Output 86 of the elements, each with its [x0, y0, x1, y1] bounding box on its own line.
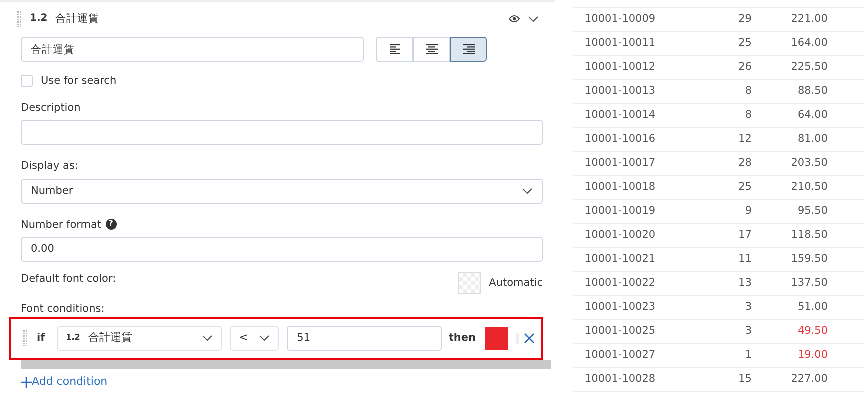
chevron-down-icon: [259, 334, 270, 342]
table-cell-text: 118.50: [790, 228, 828, 243]
table-cell-text: 10001-10018: [584, 180, 657, 195]
table-cell-text: 8: [744, 84, 752, 99]
table-cell-text: 10001-10019: [584, 204, 657, 219]
color-swatch[interactable]: [458, 272, 482, 294]
description-input[interactable]: [21, 120, 543, 146]
table-cell-text: 10001-10013: [584, 84, 657, 99]
table-cell-text: 137.50: [790, 276, 828, 291]
field-label: Font conditions:: [21, 302, 106, 316]
table-cell-text: 64.00: [796, 108, 828, 123]
table-cell-text: 29: [738, 12, 752, 27]
table-cell-text: 10001-10011: [584, 36, 657, 51]
table-cell-text: 227.00: [790, 372, 828, 387]
checkbox-label: Use for search: [41, 74, 117, 88]
table-cell-text: 10001-10025: [584, 324, 657, 339]
display-as-select[interactable]: Number: [21, 178, 543, 204]
table-cell-text: 11: [738, 252, 752, 267]
table-cell-text: 10001-10022: [584, 276, 657, 291]
align-left-icon: [388, 44, 402, 55]
table-cell-text: 10001-10023: [584, 300, 657, 315]
condition-keyword: if: [37, 331, 46, 346]
table-cell-text: 203.50: [790, 156, 828, 171]
table-cell-text: 225.50: [790, 60, 828, 75]
condition-value-input[interactable]: 51: [287, 326, 442, 351]
field-select[interactable]: 1.2 合計運賃: [57, 326, 222, 351]
add-condition-link[interactable]: Add condition: [21, 374, 108, 390]
table-cell-text: 8: [744, 108, 752, 123]
table-cell-text: 49.50: [796, 324, 828, 339]
field-label: Description: [21, 101, 82, 116]
table-cell-text: 13: [738, 276, 752, 291]
table-cell-text: 10001-10014: [584, 108, 657, 123]
table-cell-text: 19.00: [796, 348, 828, 363]
table-cell-text: 3: [744, 300, 752, 315]
help-icon[interactable]: ?: [106, 219, 117, 230]
field-label: Display as:: [21, 159, 80, 174]
table-cell-text: 10001-10027: [584, 348, 657, 363]
align-center-button[interactable]: [413, 37, 450, 62]
table-cell-text: 3: [744, 324, 752, 339]
table-cell-text: 28: [738, 156, 752, 171]
number-format-input[interactable]: 0.00: [21, 236, 543, 262]
chevron-icon[interactable]: [528, 16, 539, 22]
table-cell-text: 1: [744, 348, 752, 363]
table-cell-text: 10001-10017: [584, 156, 657, 171]
operator-select[interactable]: <: [230, 326, 280, 351]
table-cell-text: 10001-10012: [584, 60, 657, 75]
title-input[interactable]: 合計運賃: [21, 37, 364, 62]
color-value: Automatic: [489, 276, 543, 290]
table-cell-text: 81.00: [796, 132, 828, 147]
align-right-icon: [462, 44, 476, 55]
table-cell-text: 10001-10009: [584, 12, 657, 27]
table-cell-text: 15: [738, 372, 752, 387]
align-right-button[interactable]: [450, 37, 487, 62]
checkbox[interactable]: [21, 75, 33, 88]
field-label: Default font color:: [21, 272, 118, 286]
chevron-down-icon: [202, 334, 214, 342]
table-cell-text: 221.00: [790, 12, 828, 27]
field-title: 合計運賃: [56, 12, 100, 26]
plus-icon: [21, 376, 32, 388]
table-cell-text: 210.50: [790, 180, 828, 195]
table-cell-text: 159.50: [790, 252, 828, 267]
table-cell-text: 88.50: [796, 84, 828, 99]
table-cell-text: 10001-10020: [584, 228, 657, 243]
table-cell-text: 51.00: [796, 300, 828, 315]
color-swatch[interactable]: [485, 326, 508, 350]
table-cell-text: 10001-10021: [584, 252, 657, 267]
table-cell-text: 17: [738, 228, 752, 243]
align-center-icon: [424, 44, 438, 55]
table-cell-text: 12: [738, 132, 752, 147]
table-cell-text: 10001-10016: [584, 132, 657, 147]
table-cell-text: 25: [738, 180, 752, 195]
condition-keyword: then: [448, 331, 476, 346]
align-left-button[interactable]: [376, 37, 413, 62]
table-cell-text: 10001-10028: [584, 372, 657, 387]
chevron-down-icon: [522, 188, 533, 195]
drag-handle-icon[interactable]: [23, 330, 28, 346]
table-cell-text: 9: [744, 204, 752, 219]
drag-handle-icon[interactable]: [17, 11, 22, 27]
table-cell-text: 95.50: [796, 204, 828, 219]
close-icon[interactable]: [516, 332, 535, 344]
eye-icon[interactable]: [509, 15, 520, 23]
table-cell-text: 164.00: [790, 36, 828, 51]
table-cell-text: 25: [738, 36, 752, 51]
table-cell-text: 26: [738, 60, 752, 75]
field-number: 1.2: [30, 12, 48, 26]
field-label: Number format: [21, 218, 102, 232]
